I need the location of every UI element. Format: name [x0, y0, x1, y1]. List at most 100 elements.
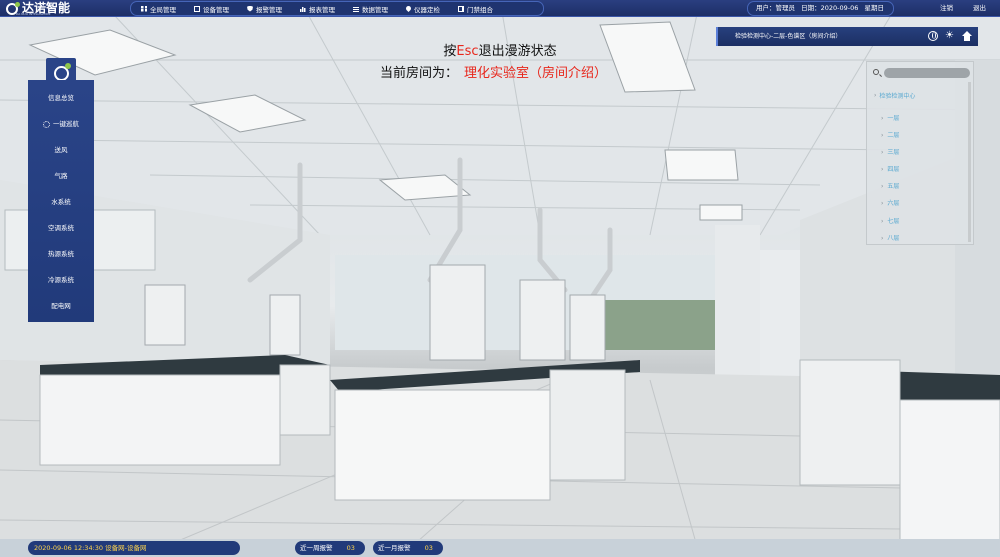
status-footer: 2020-09-06 12:34:30 设备网-设备网 近一周报警 03 近一月…: [0, 539, 1000, 557]
building-tree-panel: › 检验检测中心 › 一层 › 二层 › 三层 › 四层 › 五层 › 六层 › 七层 › 八层: [866, 61, 974, 245]
tree-item-floor-1[interactable]: › 一层: [867, 110, 973, 127]
nav-label: 全局管理: [150, 5, 176, 14]
data-icon: [353, 5, 359, 12]
gear-icon: [43, 120, 50, 128]
floor-label: 一层: [887, 115, 900, 122]
nav-report-management[interactable]: 报表管理: [290, 1, 343, 16]
nav-label: 报表管理: [309, 5, 335, 14]
menu-item-cold-source[interactable]: 冷源系统: [28, 271, 94, 289]
menu-item-label: 一键巡航: [53, 120, 79, 128]
breadcrumb-path[interactable]: 检验检测中心-二层-色谱区（房间介绍）: [735, 27, 841, 46]
datetime-channel: 2020-09-06 12:34:30 设备网-设备网: [28, 541, 240, 555]
nav-label: 报警管理: [256, 5, 282, 14]
nav-access-control[interactable]: 门禁组合: [448, 1, 501, 16]
chevron-right-icon: ›: [881, 217, 884, 225]
tree-search: [870, 66, 972, 80]
menu-item-one-key-patrol[interactable]: 一键巡航: [28, 115, 94, 133]
date-label: 日期：2020-09-06: [801, 4, 859, 12]
door-icon: [458, 5, 464, 12]
nav-instrument-inspection[interactable]: 仪器定检: [396, 1, 448, 16]
nav-data-management[interactable]: 数据管理: [343, 1, 396, 16]
hint-suffix: 退出漫游状态: [478, 44, 557, 59]
tree-item-floor-3[interactable]: › 三层: [867, 144, 973, 161]
chevron-right-icon: ›: [881, 166, 884, 174]
nav-alarm-management[interactable]: 报警管理: [237, 1, 290, 16]
week-alarm-label: 近一周报警: [300, 544, 333, 552]
nav-label: 数据管理: [362, 5, 388, 14]
tree-root-label: 检验检测中心: [879, 93, 916, 100]
menu-item-overview[interactable]: 信息总览: [28, 89, 94, 107]
menu-item-water-system[interactable]: 水系统: [28, 193, 94, 211]
current-room-hint: 当前房间为： 理化实验室（房间介绍）: [380, 62, 607, 81]
menu-item-heat-source[interactable]: 热源系统: [28, 245, 94, 263]
floor-list: › 一层 › 二层 › 三层 › 四层 › 五层 › 六层 › 七层 › 八层: [867, 110, 973, 247]
floor-label: 六层: [887, 200, 900, 208]
top-navigation-bar: 达诺智能 DA NUO INTELLIGENCE 全局管理 设备管理 报警管理 …: [0, 0, 1000, 17]
chevron-right-icon: ›: [881, 234, 884, 242]
menu-item-power-grid[interactable]: 配电网: [28, 297, 94, 315]
hint-esc-key: Esc: [456, 44, 479, 59]
tree-item-floor-8[interactable]: › 八层: [867, 230, 973, 247]
floor-label: 五层: [887, 183, 900, 191]
menu-item-hvac-system[interactable]: 空调系统: [28, 219, 94, 237]
footer-channel: 设备网-设备网: [105, 544, 147, 552]
floor-label: 三层: [887, 149, 900, 157]
breadcrumb-tools: [928, 31, 972, 41]
lab-3d-scene[interactable]: [0, 0, 1000, 557]
tree-item-floor-4[interactable]: › 四层: [867, 161, 973, 178]
report-icon: [300, 5, 306, 12]
system-menu: 信息总览 一键巡航 送风 气路 水系统 空调系统 热源系统 冷源系统 配电网: [28, 80, 94, 322]
pin-icon: [404, 4, 413, 13]
chevron-right-icon: ›: [881, 132, 884, 140]
user-label: 用户：管理员: [756, 4, 795, 12]
chevron-right-icon: ›: [881, 200, 884, 208]
tree-scrollbar[interactable]: [968, 82, 971, 242]
tree-item-floor-2[interactable]: › 二层: [867, 127, 973, 144]
home-icon[interactable]: [962, 31, 972, 41]
nav-label: 设备管理: [203, 5, 229, 14]
shield-icon: [247, 5, 253, 12]
month-alarm-label: 近一月报警: [378, 544, 411, 552]
device-icon: [194, 5, 200, 12]
chevron-right-icon: ›: [874, 92, 877, 99]
tree-item-floor-7[interactable]: › 七层: [867, 213, 973, 230]
nav-label: 仪器定检: [414, 5, 440, 14]
sun-icon[interactable]: [945, 31, 955, 41]
chevron-right-icon: ›: [881, 183, 884, 191]
brand-subtitle: DA NUO INTELLIGENCE: [16, 12, 51, 16]
lab-scene-drawing: [0, 0, 1000, 557]
room-name-link[interactable]: 理化实验室（房间介绍）: [464, 66, 607, 81]
logout-button[interactable]: 注销: [940, 1, 953, 16]
floor-label: 二层: [887, 132, 900, 140]
hint-prefix: 按: [443, 44, 457, 59]
grid-icon: [141, 5, 147, 12]
globe-icon[interactable]: [928, 31, 938, 41]
floor-label: 四层: [887, 166, 900, 174]
floor-label: 八层: [887, 234, 900, 242]
nav-device-management[interactable]: 设备管理: [184, 1, 237, 16]
week-alarm-count: 03: [346, 544, 355, 552]
tree-search-input[interactable]: [884, 68, 970, 78]
tree-root-node[interactable]: › 检验检测中心: [874, 91, 915, 100]
logo-mark-icon: [53, 62, 71, 81]
tree-item-floor-5[interactable]: › 五层: [867, 178, 973, 195]
weekday-label: 星期日: [864, 4, 884, 12]
exit-button[interactable]: 退出: [973, 1, 986, 16]
nav-label: 门禁组合: [467, 5, 493, 14]
search-icon[interactable]: [873, 69, 879, 75]
user-info: 用户：管理员 日期：2020-09-06 星期日: [747, 1, 894, 16]
month-alarm-count: 03: [424, 544, 433, 552]
menu-item-gas-line[interactable]: 气路: [28, 167, 94, 185]
location-breadcrumb: 检验检测中心-二层-色谱区（房间介绍）: [716, 27, 978, 46]
week-alarm-badge[interactable]: 近一周报警 03: [295, 541, 365, 555]
room-prefix: 当前房间为：: [380, 66, 459, 81]
footer-datetime: 2020-09-06 12:34:30: [34, 544, 104, 552]
month-alarm-badge[interactable]: 近一月报警 03: [373, 541, 443, 555]
nav-global-management[interactable]: 全局管理: [131, 1, 184, 16]
main-nav: 全局管理 设备管理 报警管理 报表管理 数据管理 仪器定检 门禁组合: [130, 1, 544, 16]
chevron-right-icon: ›: [881, 149, 884, 157]
tree-item-floor-6[interactable]: › 六层: [867, 195, 973, 212]
menu-item-air-supply[interactable]: 送风: [28, 141, 94, 159]
chevron-right-icon: ›: [881, 115, 884, 122]
floor-label: 七层: [887, 217, 900, 225]
